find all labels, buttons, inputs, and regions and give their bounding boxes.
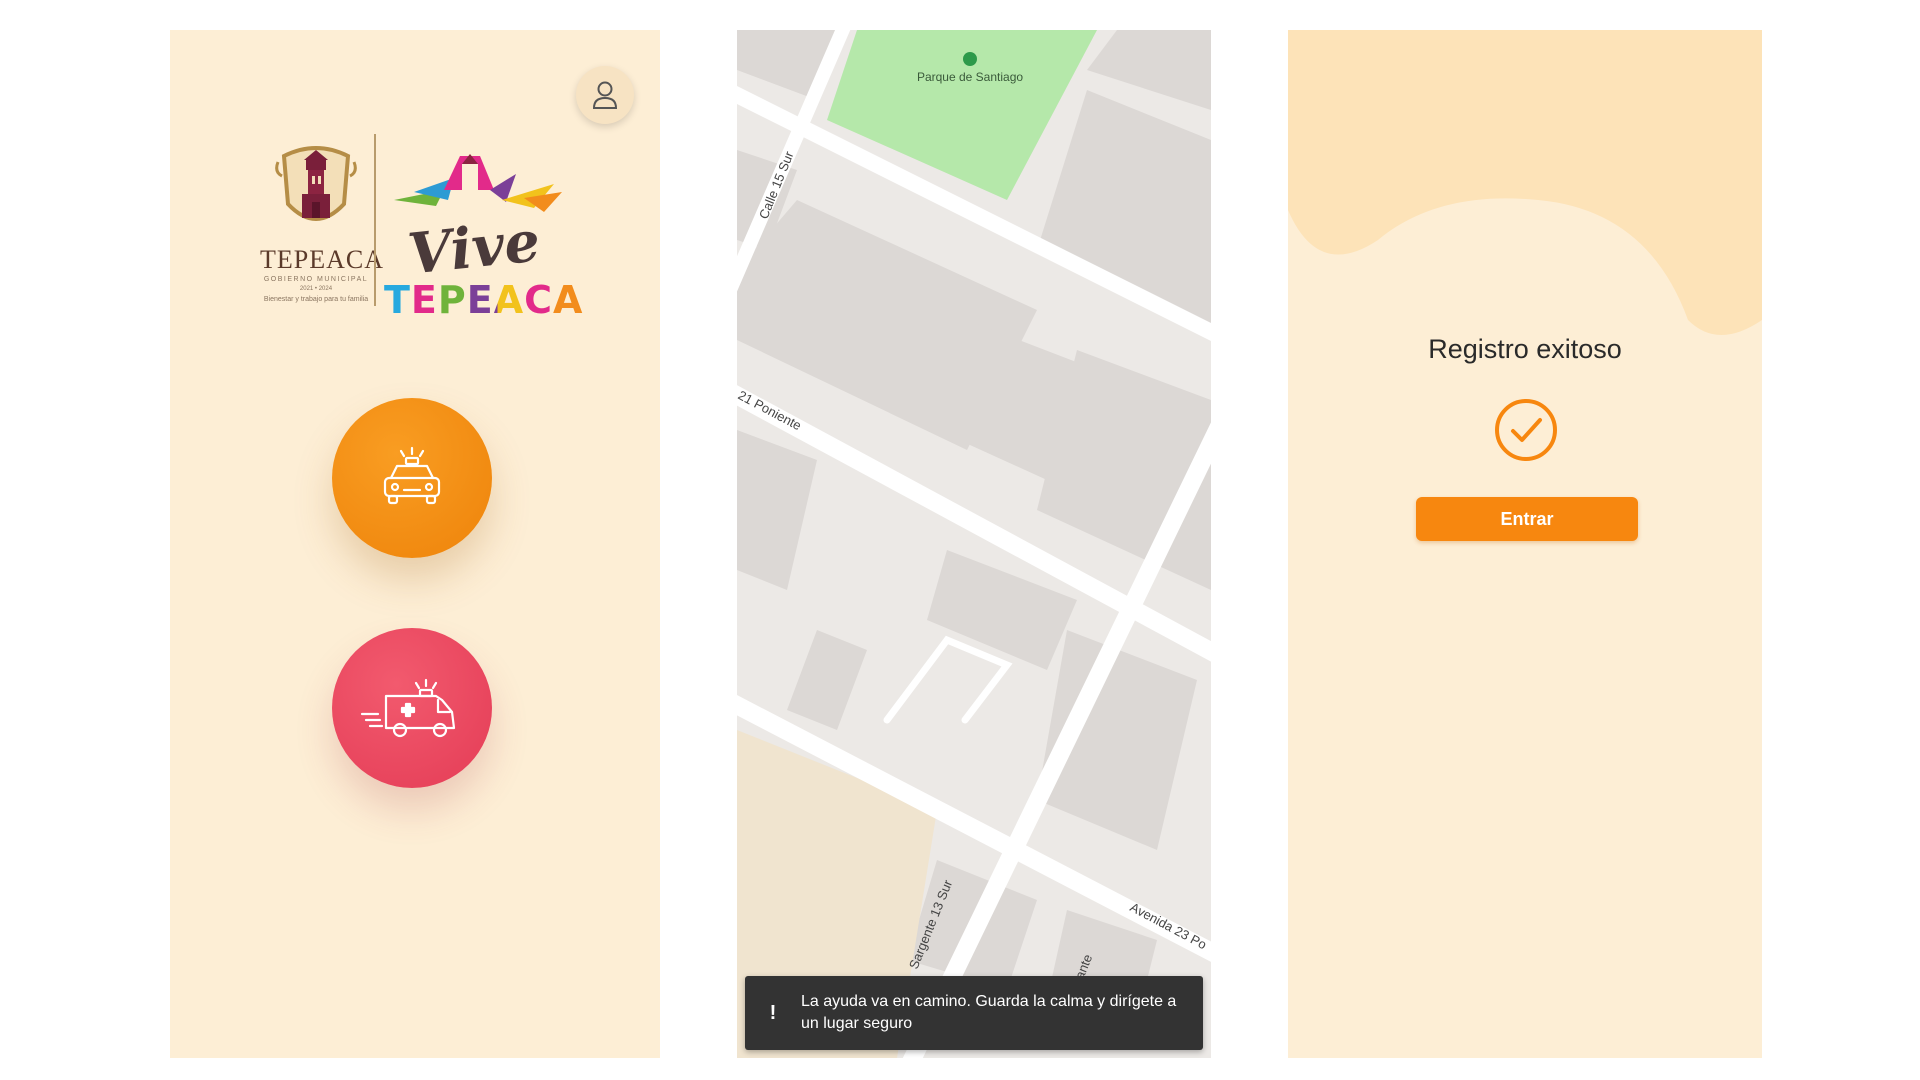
success-screen: Registro exitoso Entrar — [1288, 30, 1762, 1058]
government-label: GOBIERNO MUNICIPAL — [263, 276, 369, 283]
years-label: 2021 • 2024 — [299, 286, 333, 292]
vive-wordmark: Vive — [404, 208, 543, 288]
tepeaca-wordmark-text: TEPEACA — [384, 278, 584, 322]
logo-divider — [374, 134, 376, 306]
help-toast: ! La ayuda va en camino. Guarda la calma… — [745, 976, 1203, 1050]
toast-message: La ayuda va en camino. Guarda la calma y… — [801, 993, 1177, 1032]
success-title: Registro exitoso — [1428, 334, 1622, 364]
tepeaca-wordmark: TEPEACA — [384, 278, 583, 322]
home-screen: TEPEACA GOBIERNO MUNICIPAL 2021 • 2024 B… — [170, 30, 660, 1058]
map-view[interactable]: Parque de Santiago Calle 15 Sur 21 Ponie… — [737, 30, 1211, 1058]
profile-button[interactable] — [576, 66, 634, 124]
slogan-label: Bienestar y trabajo para tu familia — [263, 296, 369, 303]
map-screen: Parque de Santiago Calle 15 Sur 21 Ponie… — [737, 30, 1211, 1058]
map-label-park: Parque de Santiago — [917, 70, 1023, 84]
user-icon — [592, 81, 618, 109]
ambulance-button[interactable] — [332, 628, 492, 788]
check-circle-icon — [1495, 399, 1557, 461]
taxi-icon — [383, 446, 441, 505]
ambulance-icon — [360, 678, 456, 738]
tepeaca-logo: TEPEACA GOBIERNO MUNICIPAL 2021 • 2024 B… — [260, 130, 590, 340]
alert-icon: ! — [769, 1001, 777, 1024]
municipality-name: TEPEACA — [260, 245, 384, 274]
decorative-blob — [1288, 30, 1762, 335]
tepeaca-crest-icon — [275, 146, 357, 221]
taxi-button[interactable] — [332, 398, 492, 558]
enter-button[interactable]: Entrar — [1416, 497, 1638, 541]
